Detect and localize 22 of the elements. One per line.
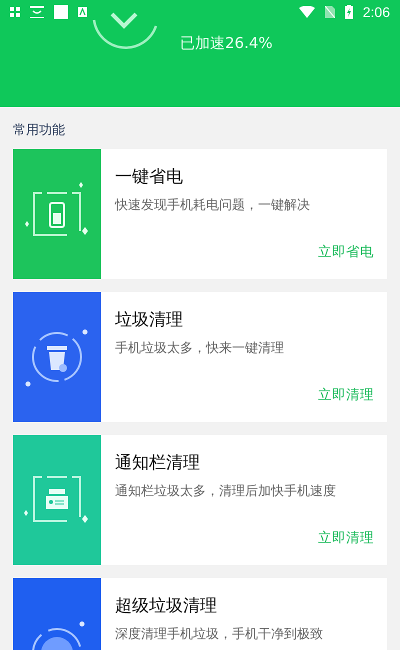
card-description: 深度清理手机垃圾，手机干净到极致 xyxy=(115,626,324,643)
battery-charging-icon xyxy=(344,5,353,19)
font-icon xyxy=(78,7,87,17)
feature-card[interactable]: 垃圾清理 手机垃圾太多，快来一键清理 立即清理 xyxy=(13,292,387,422)
grid-icon xyxy=(10,7,20,17)
wifi-icon xyxy=(298,6,315,18)
card-title: 一键省电 xyxy=(115,166,184,188)
card-title: 超级垃圾清理 xyxy=(115,595,218,617)
section-title: 常用功能 xyxy=(13,123,65,138)
clock-time: 2:06 xyxy=(362,4,390,20)
no-sim-icon xyxy=(324,6,335,18)
square-icon xyxy=(54,5,68,19)
card-title: 垃圾清理 xyxy=(115,309,184,331)
feature-card[interactable]: 超级垃圾清理 深度清理手机垃圾，手机干净到极致 xyxy=(13,578,387,650)
speedup-result: 已加速26.4% xyxy=(180,34,273,53)
card-description: 手机垃圾太多，快来一键清理 xyxy=(115,340,285,357)
feature-card[interactable]: 一键省电 快速发现手机耗电问题，一键解决 立即省电 xyxy=(13,149,387,279)
card-description: 快速发现手机耗电问题，一键解决 xyxy=(115,197,311,214)
card-title: 通知栏清理 xyxy=(115,452,201,474)
card-description: 通知栏垃圾太多，清理后加快手机速度 xyxy=(115,483,337,500)
screen-icon xyxy=(30,6,44,18)
feature-card[interactable]: 通知栏清理 通知栏垃圾太多，清理后加快手机速度 立即清理 xyxy=(13,435,387,565)
